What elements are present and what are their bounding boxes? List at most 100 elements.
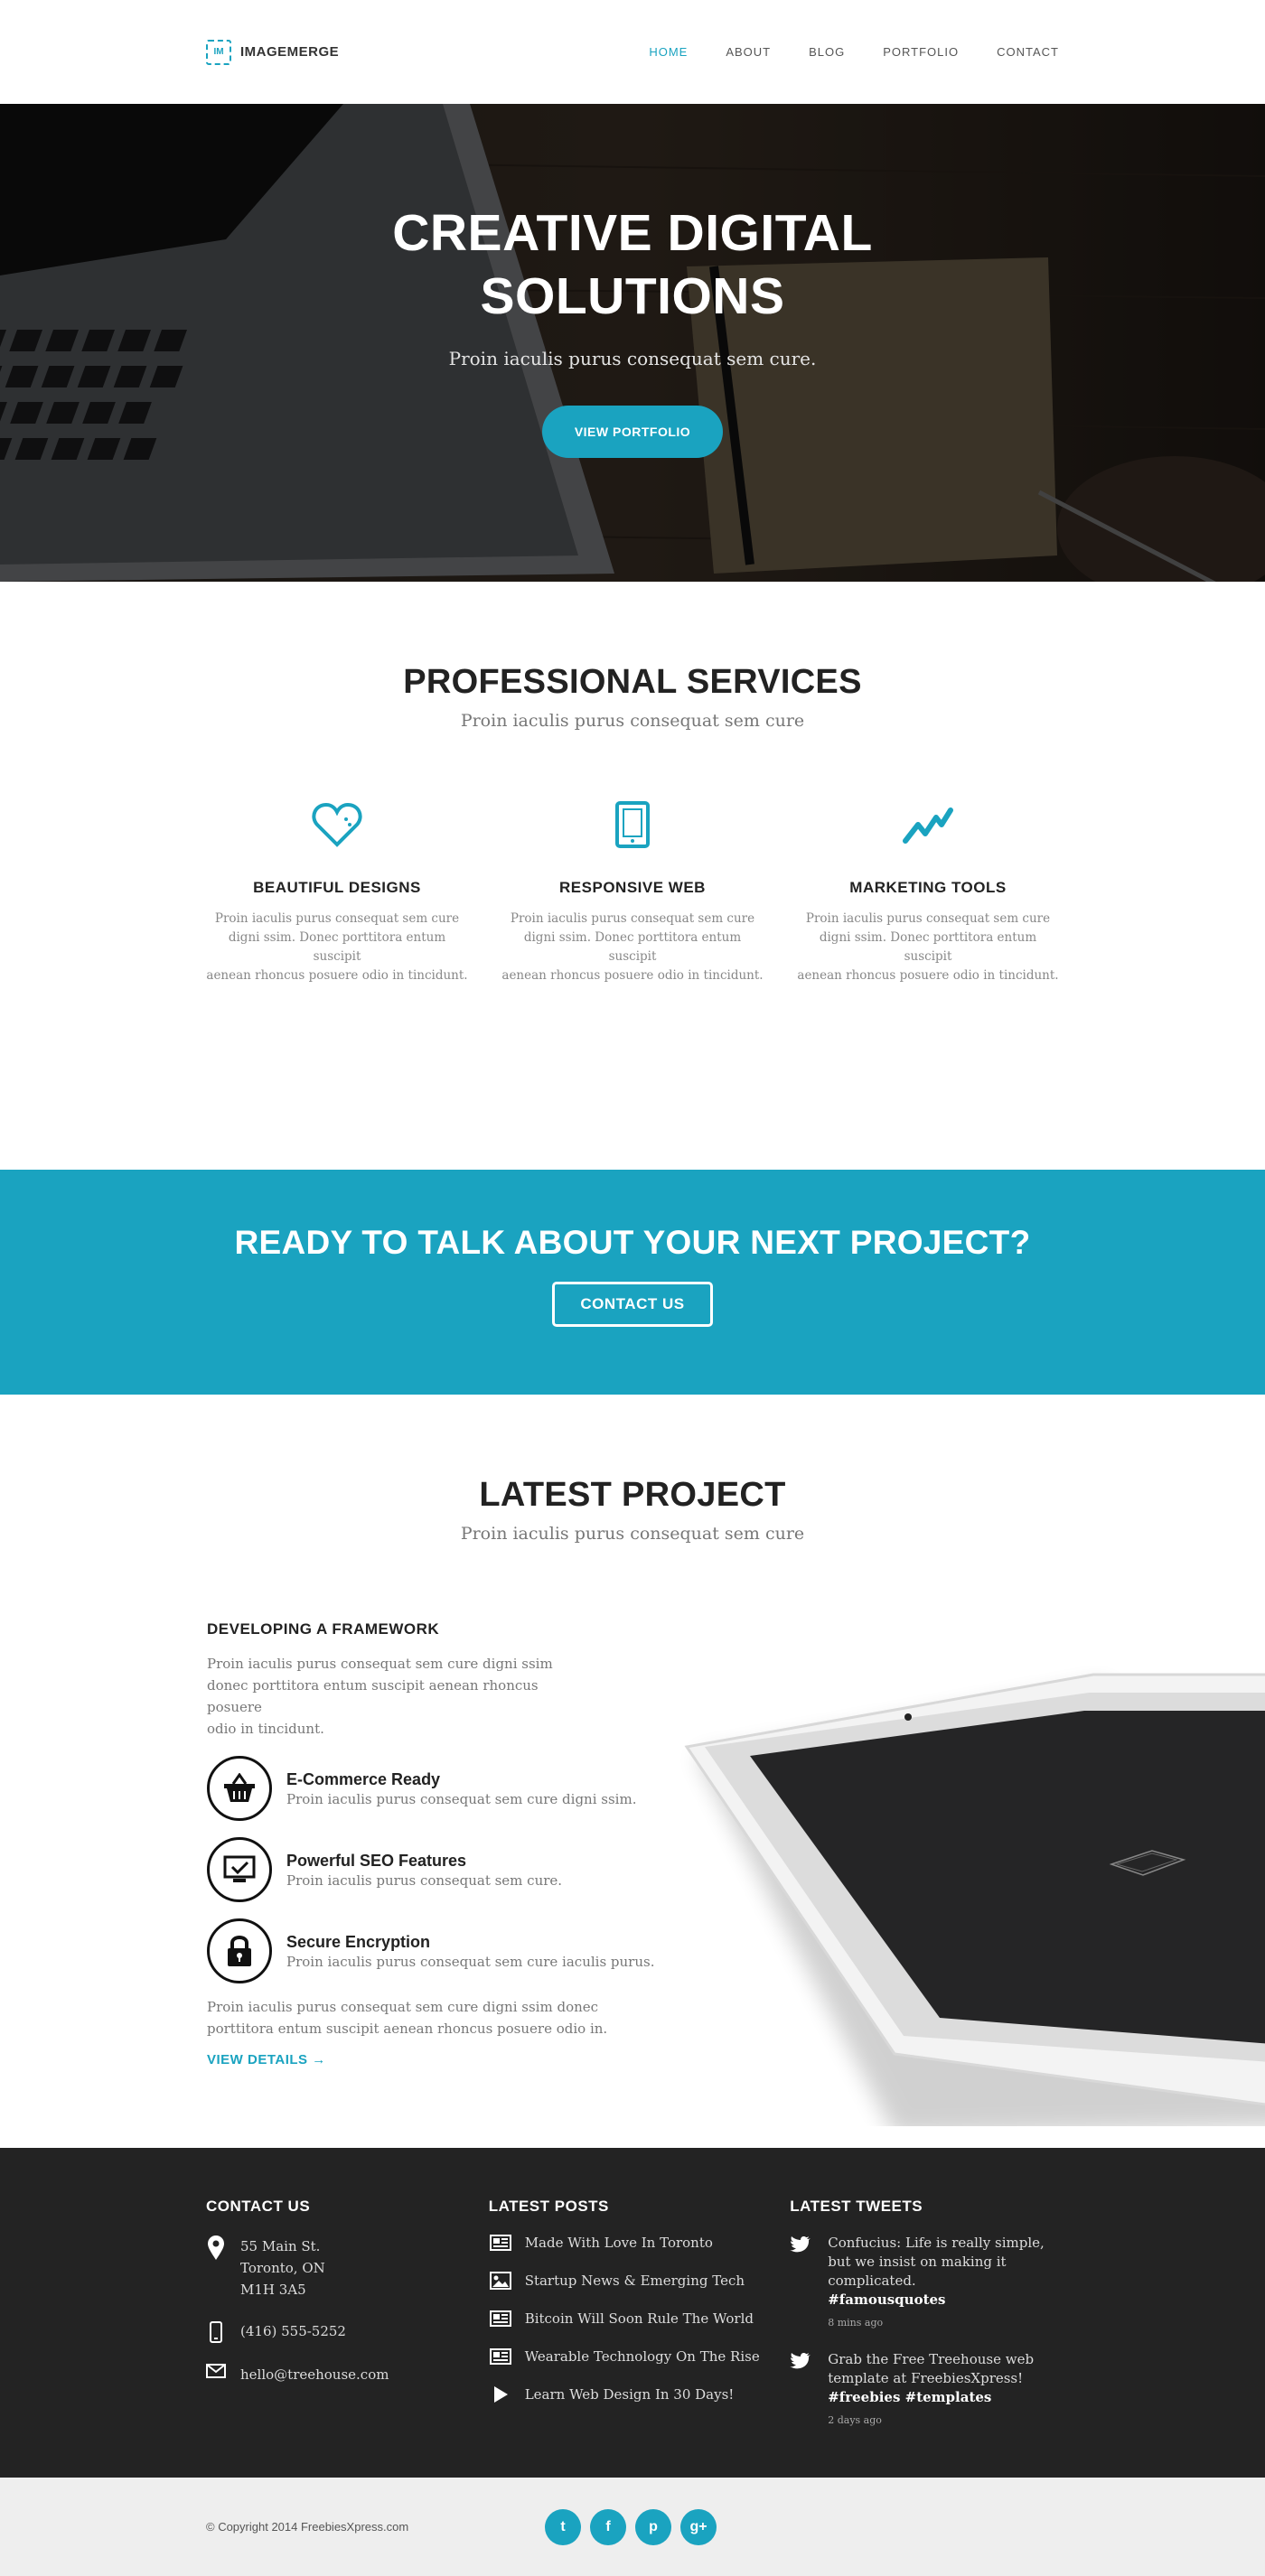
copyright-text: © Copyright 2014 FreebiesXpress.com xyxy=(206,2520,409,2534)
service-text-line: digni ssim. Donec porttitora entum susci… xyxy=(819,930,1037,964)
facebook-icon[interactable]: f xyxy=(590,2508,626,2545)
footer-tweets-title: LATEST TWEETS xyxy=(790,2198,923,2215)
site-footer: CONTACT US 55 Main St. Toronto, ON M1H 3… xyxy=(0,2148,1265,2478)
feature-item: E-Commerce Ready Proin iaculis purus con… xyxy=(207,1756,659,1821)
cta-title: READY TO TALK ABOUT YOUR NEXT PROJECT? xyxy=(234,1224,1031,1261)
feature-item: Powerful SEO Features Proin iaculis puru… xyxy=(207,1837,659,1902)
post-item[interactable]: Made With Love In Toronto xyxy=(489,2232,791,2254)
news-icon xyxy=(489,2348,512,2365)
service-text-line: digni ssim. Donec porttitora entum susci… xyxy=(228,930,446,964)
service-text-line: Proin iaculis purus consequat sem cure xyxy=(214,911,460,926)
news-icon xyxy=(489,2235,512,2251)
tablet-icon xyxy=(501,798,764,852)
site-header: IM IMAGEMERGE HOME ABOUT BLOG PORTFOLIO … xyxy=(0,0,1265,104)
feature-item: Secure Encryption Proin iaculis purus co… xyxy=(207,1918,659,1983)
hero-title: CREATIVE DIGITAL SOLUTIONS xyxy=(0,201,1265,328)
tweet-line: template at FreebiesXpress! xyxy=(828,2370,1024,2386)
tweet-hashtags[interactable]: #freebies #templates xyxy=(828,2388,1034,2407)
contact-us-button[interactable]: CONTACT US xyxy=(552,1282,713,1327)
news-icon xyxy=(489,2310,512,2327)
nav-home[interactable]: HOME xyxy=(649,45,688,59)
service-card: MARKETING TOOLS Proin iaculis purus cons… xyxy=(797,798,1059,985)
nav-portfolio[interactable]: PORTFOLIO xyxy=(883,45,959,59)
service-text: Proin iaculis purus consequat sem cure d… xyxy=(501,910,764,985)
footer-tweets-column: LATEST TWEETS Confucius: Life is really … xyxy=(790,2198,1059,2430)
trend-icon xyxy=(797,798,1059,852)
footer-phone[interactable]: (416) 555-5252 xyxy=(240,2320,346,2342)
tweet-line: Confucius: Life is really simple, xyxy=(828,2235,1045,2251)
tweet-time: 2 days ago xyxy=(828,2414,882,2426)
footer-address: 55 Main St. Toronto, ON M1H 3A5 xyxy=(240,2235,325,2301)
address-line: M1H 3A5 xyxy=(240,2282,306,2298)
project-outro: Proin iaculis purus consequat sem cure d… xyxy=(207,1996,623,2039)
footer-contact-title: CONTACT US xyxy=(206,2198,311,2215)
logo-mark-icon: IM xyxy=(206,39,231,65)
nav-about[interactable]: ABOUT xyxy=(726,45,771,59)
social-links: t f p g+ xyxy=(545,2508,717,2545)
feature-title: E-Commerce Ready xyxy=(286,1769,441,1788)
heart-icon xyxy=(206,798,468,852)
services-subtitle: Proin iaculis purus consequat sem cure xyxy=(460,711,805,731)
service-text-line: aenean rhoncus posuere odio in tincidunt… xyxy=(797,968,1059,983)
post-item[interactable]: Wearable Technology On The Rise xyxy=(489,2346,791,2367)
tweet-body: Confucius: Life is really simple, but we… xyxy=(828,2234,1045,2332)
project-intro-line: odio in tincidunt. xyxy=(207,1721,324,1737)
view-details-label: VIEW DETAILS xyxy=(207,2052,308,2067)
project-subtitle: Proin iaculis purus consequat sem cure xyxy=(460,1524,805,1544)
tweet-item: Grab the Free Treehouse web template at … xyxy=(790,2350,1059,2430)
nav-contact[interactable]: CONTACT xyxy=(997,45,1059,59)
tweet-item: Confucius: Life is really simple, but we… xyxy=(790,2234,1059,2332)
project-title: LATEST PROJECT xyxy=(479,1476,786,1514)
cta-section: READY TO TALK ABOUT YOUR NEXT PROJECT? C… xyxy=(0,1170,1265,1395)
post-item[interactable]: Bitcoin Will Soon Rule The World xyxy=(489,2308,791,2329)
footer-posts-title: LATEST POSTS xyxy=(488,2198,609,2215)
tweet-line: but we insist on making it xyxy=(828,2254,1007,2270)
phone-icon xyxy=(206,2320,226,2344)
main-nav: HOME ABOUT BLOG PORTFOLIO CONTACT xyxy=(649,45,1059,59)
pinterest-icon[interactable]: p xyxy=(635,2508,671,2545)
monitor-check-icon xyxy=(207,1837,272,1902)
tweet-line: complicated. xyxy=(828,2273,916,2289)
image-icon xyxy=(489,2272,512,2290)
project-heading: DEVELOPING A FRAMEWORK xyxy=(207,1620,440,1638)
address-line: Toronto, ON xyxy=(240,2260,325,2276)
feature-title: Secure Encryption xyxy=(286,1932,431,1951)
hero-title-line2: SOLUTIONS xyxy=(480,267,785,325)
project-outro-line: porttitora entum suscipit aenean rhoncus… xyxy=(207,2021,608,2037)
logo-text: IMAGEMERGE xyxy=(240,44,340,60)
feature-text: Proin iaculis purus consequat sem cure d… xyxy=(286,1790,637,1807)
footer-email[interactable]: hello@treehouse.com xyxy=(240,2364,389,2385)
basket-icon xyxy=(207,1756,272,1821)
twitter-icon[interactable]: t xyxy=(545,2508,581,2545)
address-line: 55 Main St. xyxy=(240,2238,321,2254)
tablet-device-image xyxy=(684,1673,1265,2126)
nav-blog[interactable]: BLOG xyxy=(809,45,845,59)
project-outro-line: Proin iaculis purus consequat sem cure d… xyxy=(207,1999,599,2015)
arrow-right-icon: → xyxy=(312,2052,326,2067)
logo[interactable]: IM IMAGEMERGE xyxy=(206,39,340,65)
service-text-line: Proin iaculis purus consequat sem cure xyxy=(510,911,755,926)
bottom-bar: © Copyright 2014 FreebiesXpress.com t f … xyxy=(0,2478,1265,2576)
twitter-bird-icon xyxy=(790,2350,813,2374)
project-intro: Proin iaculis purus consequat sem cure d… xyxy=(207,1653,595,1740)
post-item[interactable]: Learn Web Design In 30 Days! xyxy=(489,2384,791,2405)
view-portfolio-button[interactable]: VIEW PORTFOLIO xyxy=(542,406,723,458)
service-text: Proin iaculis purus consequat sem cure d… xyxy=(797,910,1059,985)
map-pin-icon xyxy=(206,2235,226,2261)
service-text: Proin iaculis purus consequat sem cure d… xyxy=(206,910,468,985)
googleplus-icon[interactable]: g+ xyxy=(680,2508,717,2545)
services-title: PROFESSIONAL SERVICES xyxy=(403,663,862,701)
service-text-line: digni ssim. Donec porttitora entum susci… xyxy=(523,930,742,964)
twitter-bird-icon xyxy=(790,2234,813,2257)
footer-contact-column: CONTACT US 55 Main St. Toronto, ON M1H 3… xyxy=(206,2198,489,2430)
tweet-line: Grab the Free Treehouse web xyxy=(828,2351,1035,2367)
post-title: Learn Web Design In 30 Days! xyxy=(524,2386,735,2403)
post-item[interactable]: Startup News & Emerging Tech xyxy=(489,2270,791,2291)
view-details-link[interactable]: VIEW DETAILS → xyxy=(207,2052,326,2067)
project-intro-line: Proin iaculis purus consequat sem cure d… xyxy=(207,1656,553,1672)
service-text-line: aenean rhoncus posuere odio in tincidunt… xyxy=(501,968,764,983)
project-intro-line: donec porttitora entum suscipit aenean r… xyxy=(207,1677,539,1715)
tweet-hashtags[interactable]: #famousquotes xyxy=(828,2291,1045,2310)
service-title: RESPONSIVE WEB xyxy=(559,879,706,896)
hero-section: CREATIVE DIGITAL SOLUTIONS Proin iaculis… xyxy=(0,104,1265,582)
